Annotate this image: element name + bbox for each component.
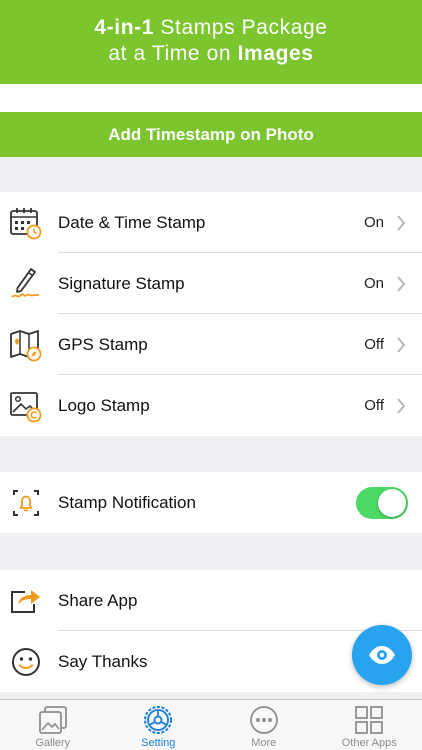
banner-line-1: 4-in-1 Stamps Package <box>94 16 328 39</box>
banner-line-2: at a Time on Images <box>108 42 314 65</box>
tab-other-apps[interactable]: Other Apps <box>317 700 422 750</box>
notification-label: Stamp Notification <box>58 492 196 512</box>
stamp-label: Logo Stamp <box>58 395 150 415</box>
share-app-label: Share App <box>58 590 138 610</box>
calendar-clock-icon <box>10 207 42 239</box>
tab-setting[interactable]: Setting <box>106 700 212 750</box>
chevron-right-icon <box>397 397 406 414</box>
map-compass-icon <box>10 329 42 361</box>
pen-signature-icon <box>11 267 39 298</box>
stamp-label: Signature Stamp <box>58 273 185 293</box>
chevron-right-icon <box>397 214 406 231</box>
notification-row: Stamp Notification <box>0 472 422 533</box>
tab-label: Gallery <box>35 737 71 749</box>
settings-wheel-icon <box>144 706 173 734</box>
add-timestamp-button[interactable]: Add Timestamp on Photo <box>0 112 422 157</box>
stamps-group: Date & Time Stamp On Signature Stamp On … <box>0 192 422 436</box>
stamp-row-logo[interactable]: Logo Stamp Off <box>0 375 422 436</box>
share-icon <box>11 589 40 613</box>
stamp-row-date-time[interactable]: Date & Time Stamp On <box>0 192 422 253</box>
say-thanks-label: Say Thanks <box>58 651 148 671</box>
preview-fab-button[interactable] <box>352 625 412 685</box>
chevron-right-icon <box>397 336 406 353</box>
tab-more[interactable]: More <box>211 700 317 750</box>
notification-toggle[interactable] <box>356 486 408 519</box>
tab-label: Other Apps <box>341 737 397 749</box>
banner-spacer <box>0 84 422 112</box>
more-dots-icon <box>249 706 278 734</box>
stamp-status: On <box>363 275 384 292</box>
gallery-icon <box>38 706 67 734</box>
tab-gallery[interactable]: Gallery <box>0 700 106 750</box>
notification-group: Stamp Notification <box>0 472 422 533</box>
tab-label: More <box>251 737 277 749</box>
image-copyright-icon <box>10 391 42 422</box>
chevron-right-icon <box>397 275 406 292</box>
tab-label: Setting <box>141 737 176 749</box>
tab-bar: Gallery Setting More Other Apps <box>0 699 422 750</box>
toggle-knob <box>378 488 406 517</box>
stamp-status: Off <box>364 336 384 353</box>
stamp-status: Off <box>364 397 384 414</box>
bell-icon <box>13 489 39 516</box>
stamp-label: GPS Stamp <box>58 334 148 354</box>
stamp-status: On <box>363 214 384 231</box>
share-app-row[interactable]: Share App <box>0 570 422 631</box>
grid-apps-icon <box>355 706 384 734</box>
stamp-label: Date & Time Stamp <box>58 212 206 232</box>
stamp-row-signature[interactable]: Signature Stamp On <box>0 253 422 314</box>
smiley-icon <box>12 647 40 676</box>
promo-banner: 4-in-1 Stamps Package at a Time on Image… <box>0 0 422 84</box>
eye-icon <box>369 646 395 664</box>
stamp-row-gps[interactable]: GPS Stamp Off <box>0 314 422 375</box>
